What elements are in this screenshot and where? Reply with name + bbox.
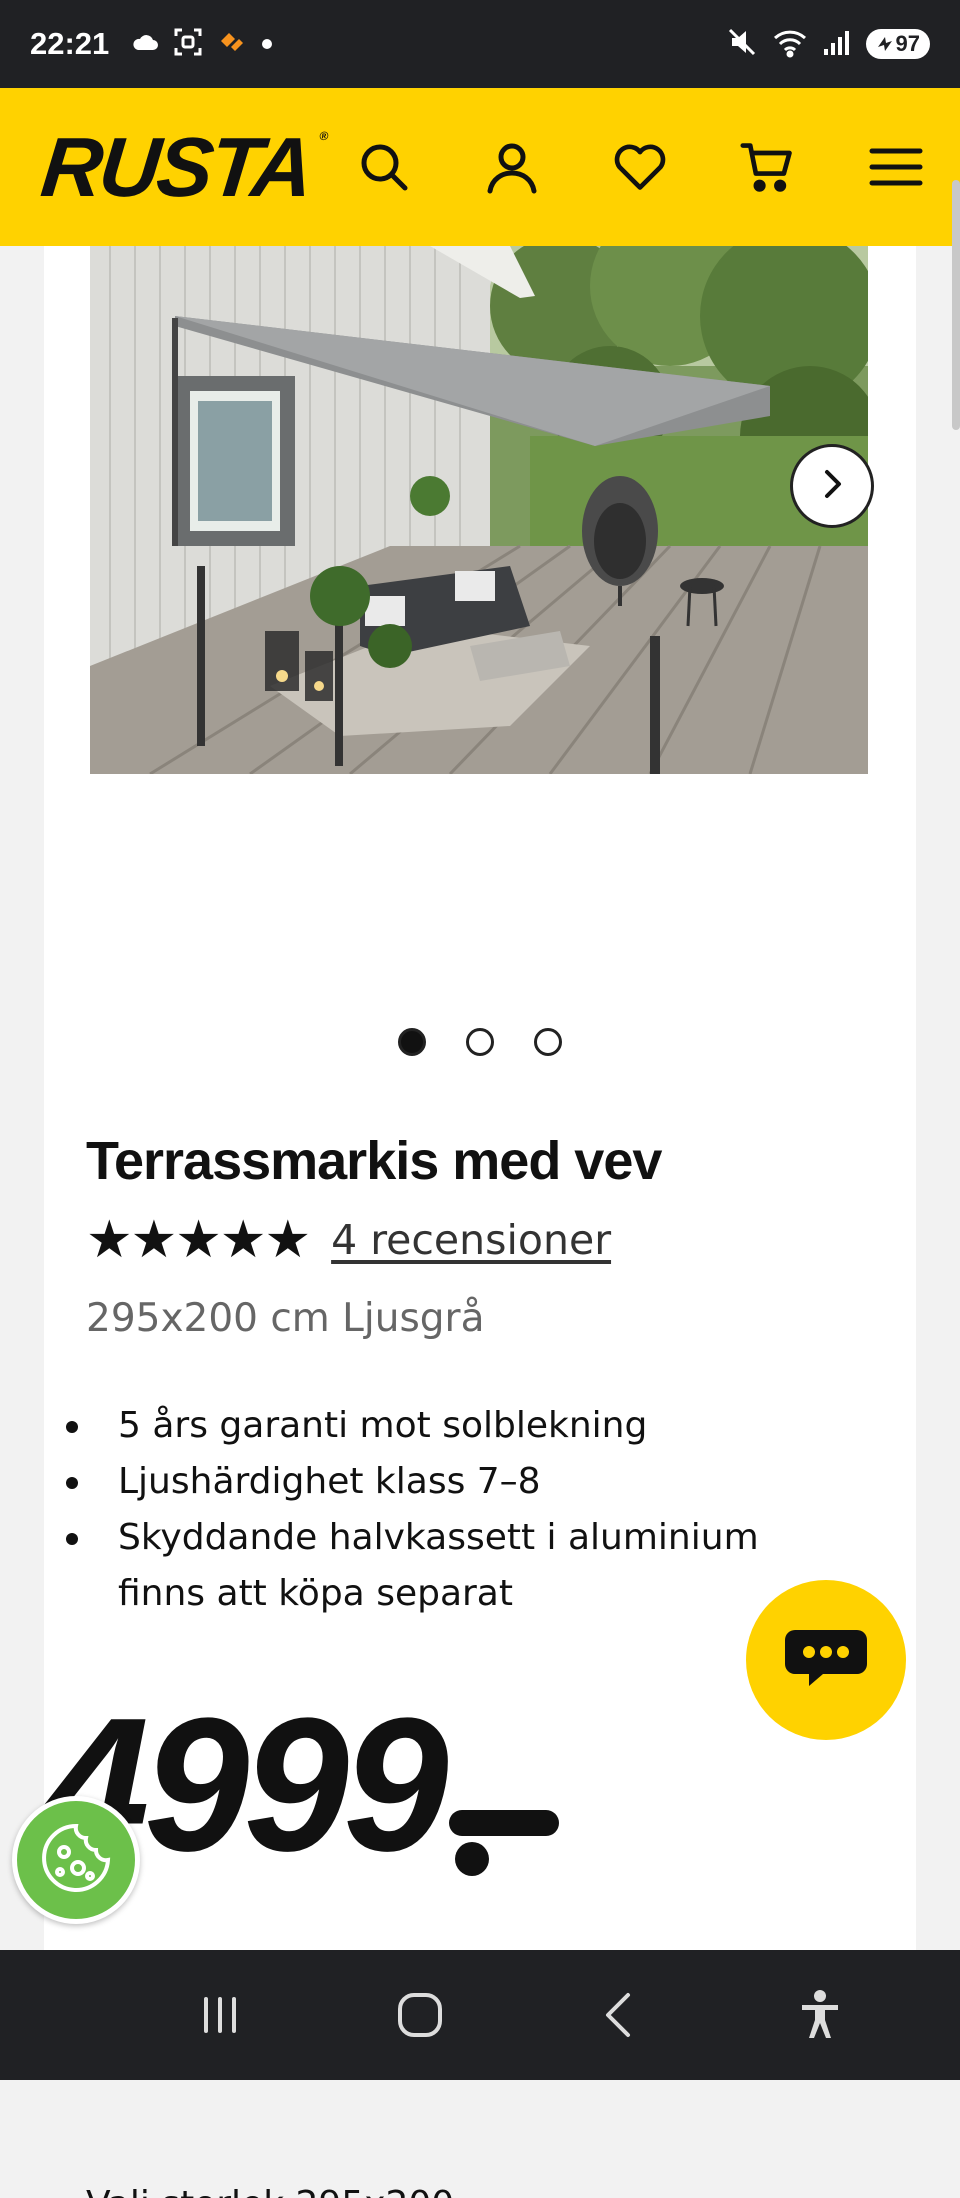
cookie-icon: [38, 1820, 114, 1900]
feature-list: 5 års garanti mot solblekning Ljushärdig…: [60, 1398, 820, 1622]
accessibility-icon[interactable]: [785, 1980, 855, 2050]
feature-item: 5 års garanti mot solblekning: [60, 1398, 820, 1454]
size-selector-label: Valj storlek 295x200: [86, 2184, 454, 2198]
status-bar: 22:21 97: [0, 0, 960, 88]
page-scrollbar[interactable]: [952, 180, 960, 430]
signal-icon: [822, 27, 852, 61]
cloud-icon: [131, 32, 159, 56]
screenshot-icon: [173, 27, 203, 61]
site-header: RUSTA ®: [0, 88, 960, 246]
account-icon[interactable]: [484, 139, 540, 195]
dot-icon: [261, 35, 273, 54]
product-rating: ★★★★★ 4 recensioner: [86, 1214, 611, 1266]
search-icon[interactable]: [356, 139, 412, 195]
menu-icon[interactable]: [868, 139, 924, 195]
feature-item: Skyddande halvkassett i aluminium finns …: [60, 1510, 820, 1622]
feature-item: Ljushärdighet klass 7–8: [60, 1454, 820, 1510]
rusta-logo[interactable]: RUSTA ®: [37, 119, 326, 216]
cookie-settings-button[interactable]: [12, 1796, 140, 1924]
reviews-link[interactable]: 4 recensioner: [331, 1216, 611, 1264]
home-icon[interactable]: [385, 1980, 455, 2050]
gallery-dot-3[interactable]: [534, 1028, 562, 1056]
wifi-icon: [772, 26, 808, 62]
heart-icon[interactable]: [612, 139, 668, 195]
battery-icon: [876, 31, 894, 57]
price-suffix: [448, 1810, 559, 1876]
mute-icon: [726, 26, 758, 62]
back-icon[interactable]: [585, 1980, 655, 2050]
chat-button[interactable]: [746, 1580, 906, 1740]
status-time: 22:21: [30, 26, 110, 61]
product-title: Terrassmarkis med vev: [86, 1131, 662, 1191]
system-navigation-bar: [0, 1950, 960, 2080]
next-image-button[interactable]: [790, 444, 874, 528]
gallery-pagination: [44, 1028, 916, 1056]
recent-apps-icon[interactable]: [185, 1980, 255, 2050]
app-icon: [217, 27, 247, 61]
rating-stars: ★★★★★: [86, 1210, 311, 1270]
product-image[interactable]: [90, 246, 868, 774]
logo-registered-mark: ®: [318, 128, 327, 143]
product-variant: 295x200 cm Ljusgrå: [86, 1296, 485, 1341]
gallery-dot-1[interactable]: [398, 1028, 426, 1056]
battery-indicator: 97: [865, 29, 930, 59]
chevron-right-icon: [815, 467, 849, 505]
gallery-dot-2[interactable]: [466, 1028, 494, 1056]
battery-level: 97: [895, 31, 920, 56]
logo-text: RUSTA: [37, 119, 316, 214]
chat-icon: [783, 1626, 869, 1694]
cart-icon[interactable]: [740, 139, 796, 195]
